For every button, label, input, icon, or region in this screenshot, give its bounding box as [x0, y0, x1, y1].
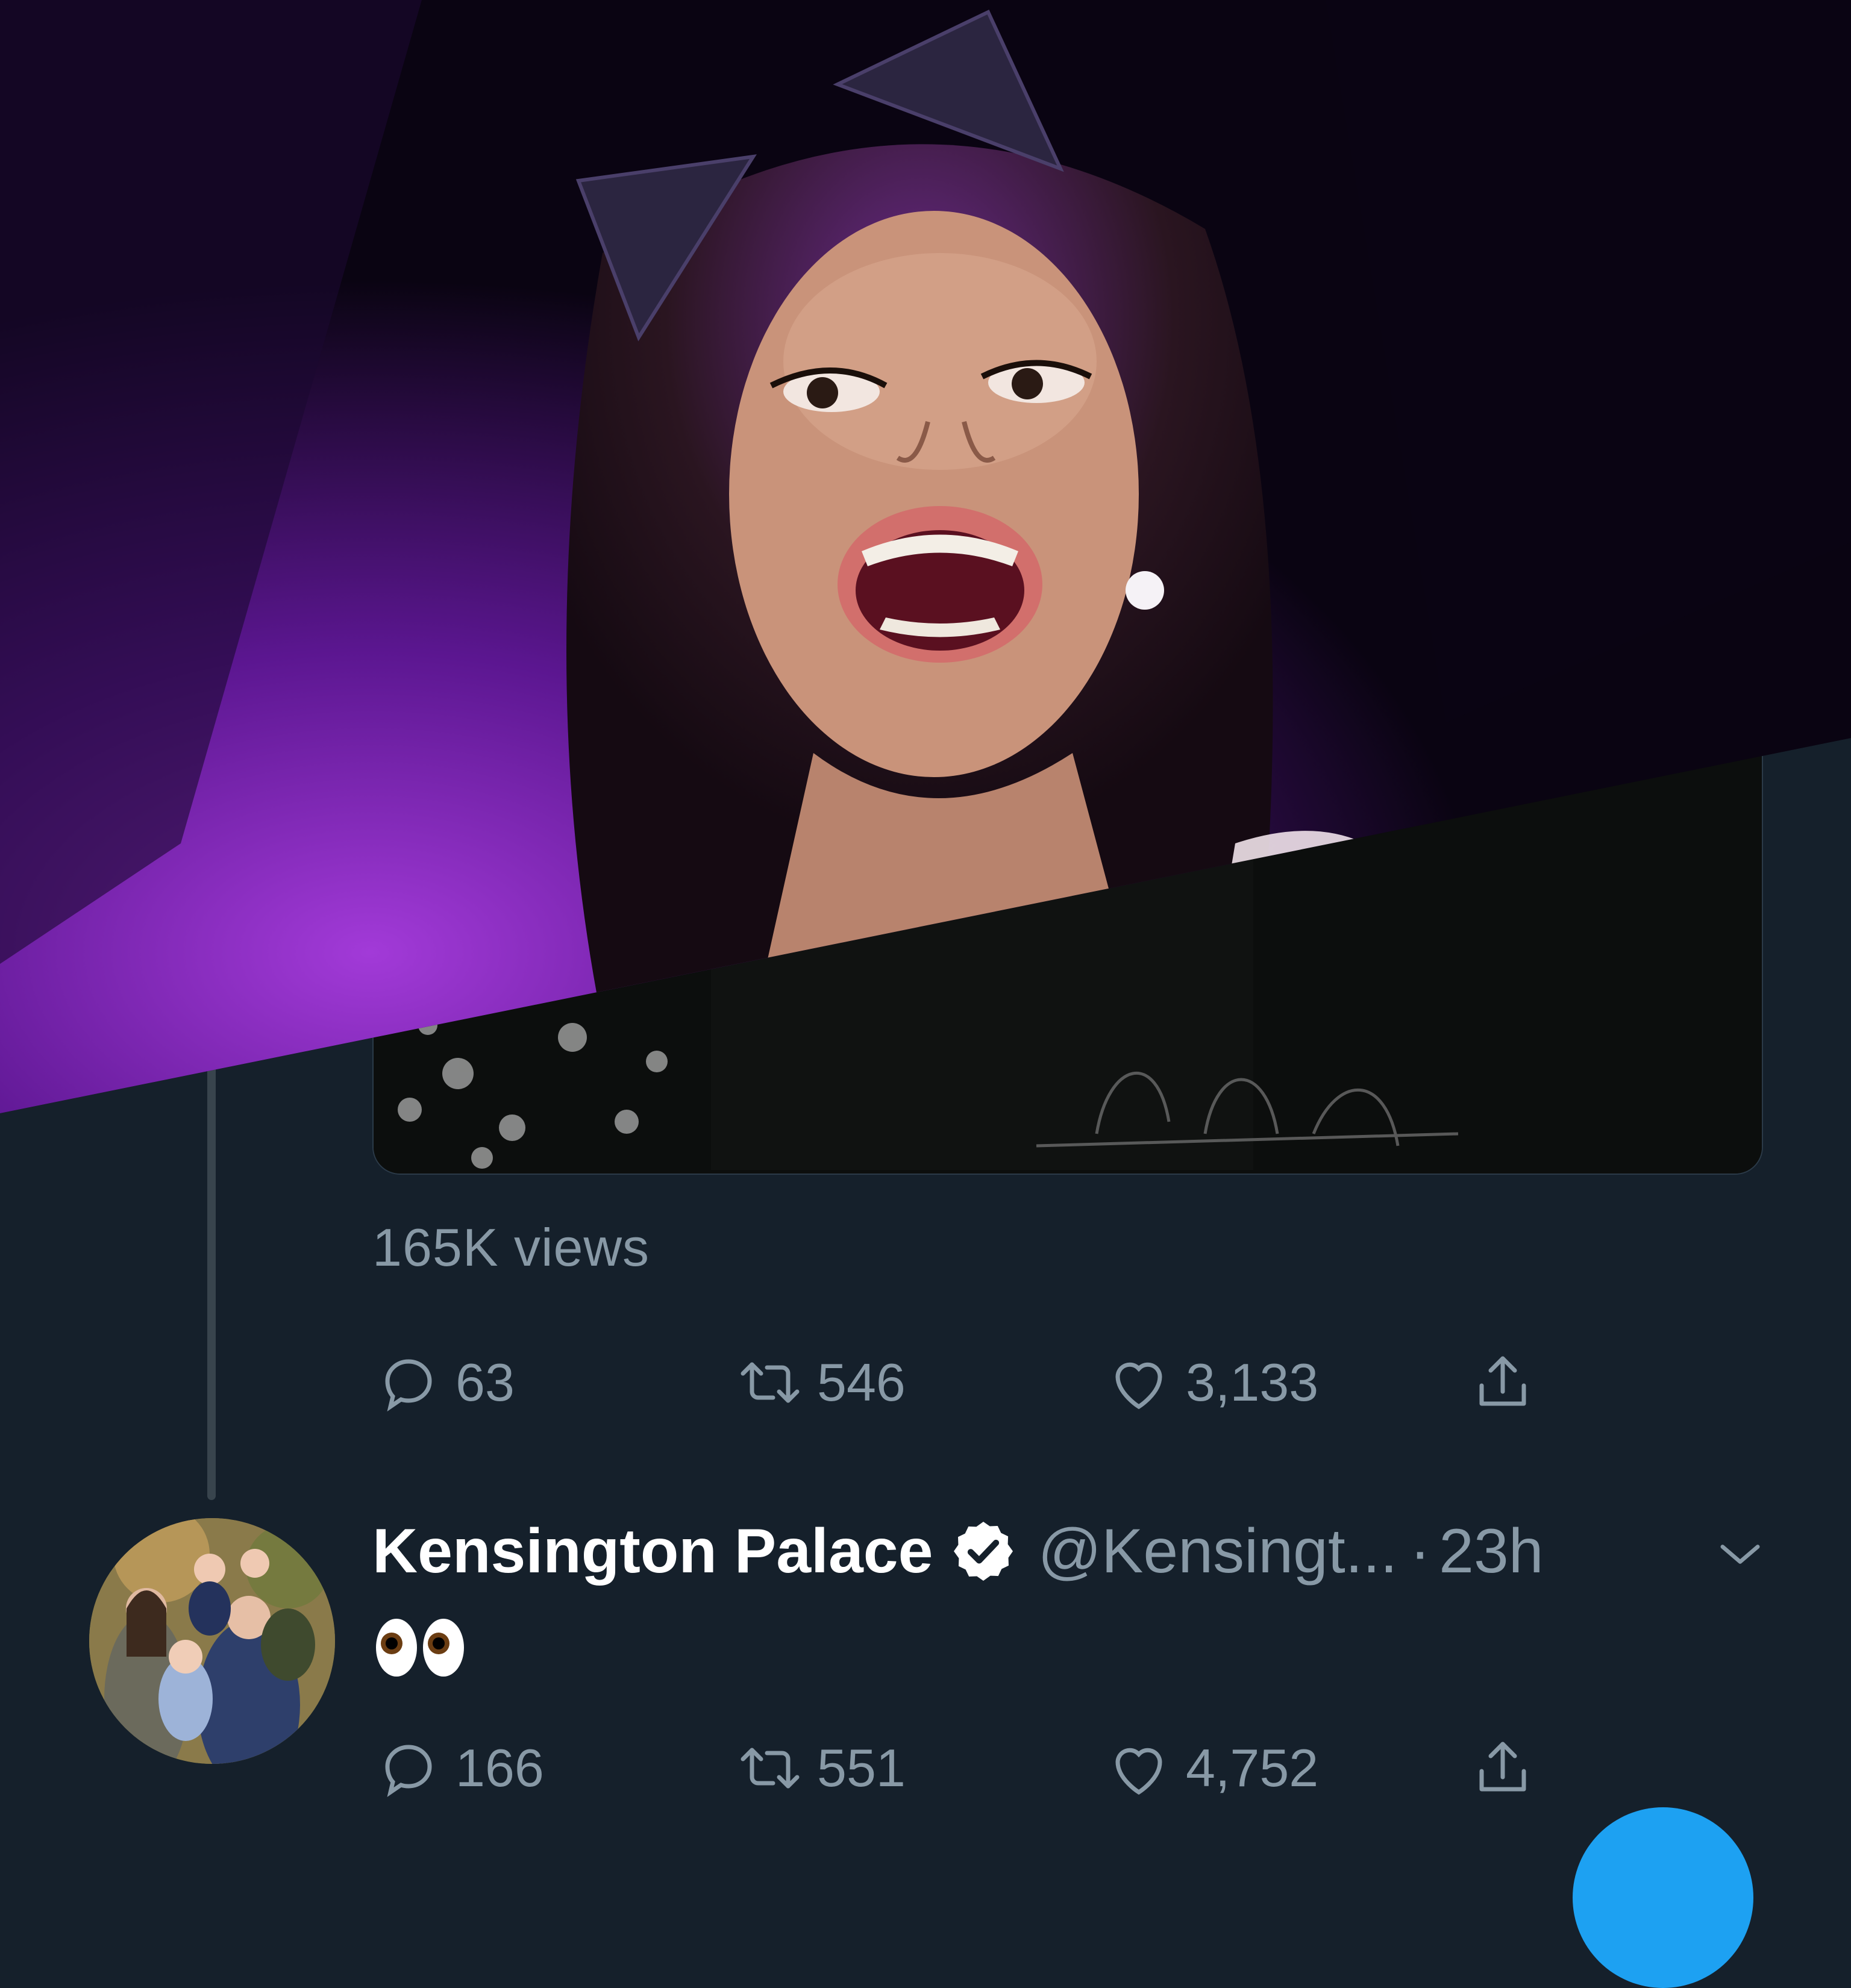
retweet-button[interactable]: 546	[734, 1346, 906, 1419]
heart-icon	[1115, 1362, 1162, 1410]
retweet-icon	[741, 1362, 800, 1403]
tweet-action-bar: 63 546 3,133	[372, 1346, 1577, 1419]
share-icon	[1479, 1742, 1526, 1792]
retweet-count: 551	[817, 1738, 906, 1798]
heart-icon	[1115, 1748, 1162, 1795]
header-separator: ·	[1409, 1516, 1431, 1586]
share-button[interactable]	[1467, 1732, 1539, 1804]
thread-connector-line	[207, 1060, 216, 1500]
retweet-button[interactable]: 551	[734, 1732, 906, 1804]
tweet-action-bar-2: 166 551 4,752	[372, 1732, 1577, 1804]
family-photo	[89, 1518, 335, 1764]
author-name[interactable]: Kensington Palace	[372, 1516, 933, 1587]
reply-count: 166	[456, 1738, 544, 1798]
like-count: 3,133	[1186, 1352, 1319, 1412]
reply-button[interactable]: 166	[372, 1732, 544, 1804]
verified-badge-icon	[954, 1522, 1013, 1581]
reply-count: 63	[456, 1352, 515, 1412]
like-count: 4,752	[1186, 1738, 1319, 1798]
tweet-header: Kensington Palace @Kensingt... · 23h	[372, 1512, 1544, 1590]
chevron-down-icon[interactable]	[1710, 1524, 1770, 1584]
reply-icon	[385, 1359, 432, 1412]
retweet-icon	[741, 1748, 800, 1789]
tweet-text: 👀	[372, 1614, 469, 1699]
author-avatar[interactable]	[89, 1518, 335, 1764]
reply-button[interactable]: 63	[372, 1346, 515, 1419]
tweet-timestamp[interactable]: 23h	[1439, 1516, 1544, 1587]
share-icon	[1479, 1356, 1526, 1406]
author-handle[interactable]: @Kensingt...	[1038, 1516, 1397, 1587]
like-button[interactable]: 3,133	[1103, 1346, 1318, 1419]
view-count: 165K views	[372, 1217, 650, 1277]
retweet-count: 546	[817, 1352, 906, 1412]
share-button[interactable]	[1467, 1346, 1539, 1419]
eyes-emoji	[376, 1619, 464, 1677]
reply-icon	[385, 1745, 432, 1798]
compose-tweet-button[interactable]	[1573, 1807, 1753, 1988]
like-button[interactable]: 4,752	[1103, 1732, 1318, 1804]
